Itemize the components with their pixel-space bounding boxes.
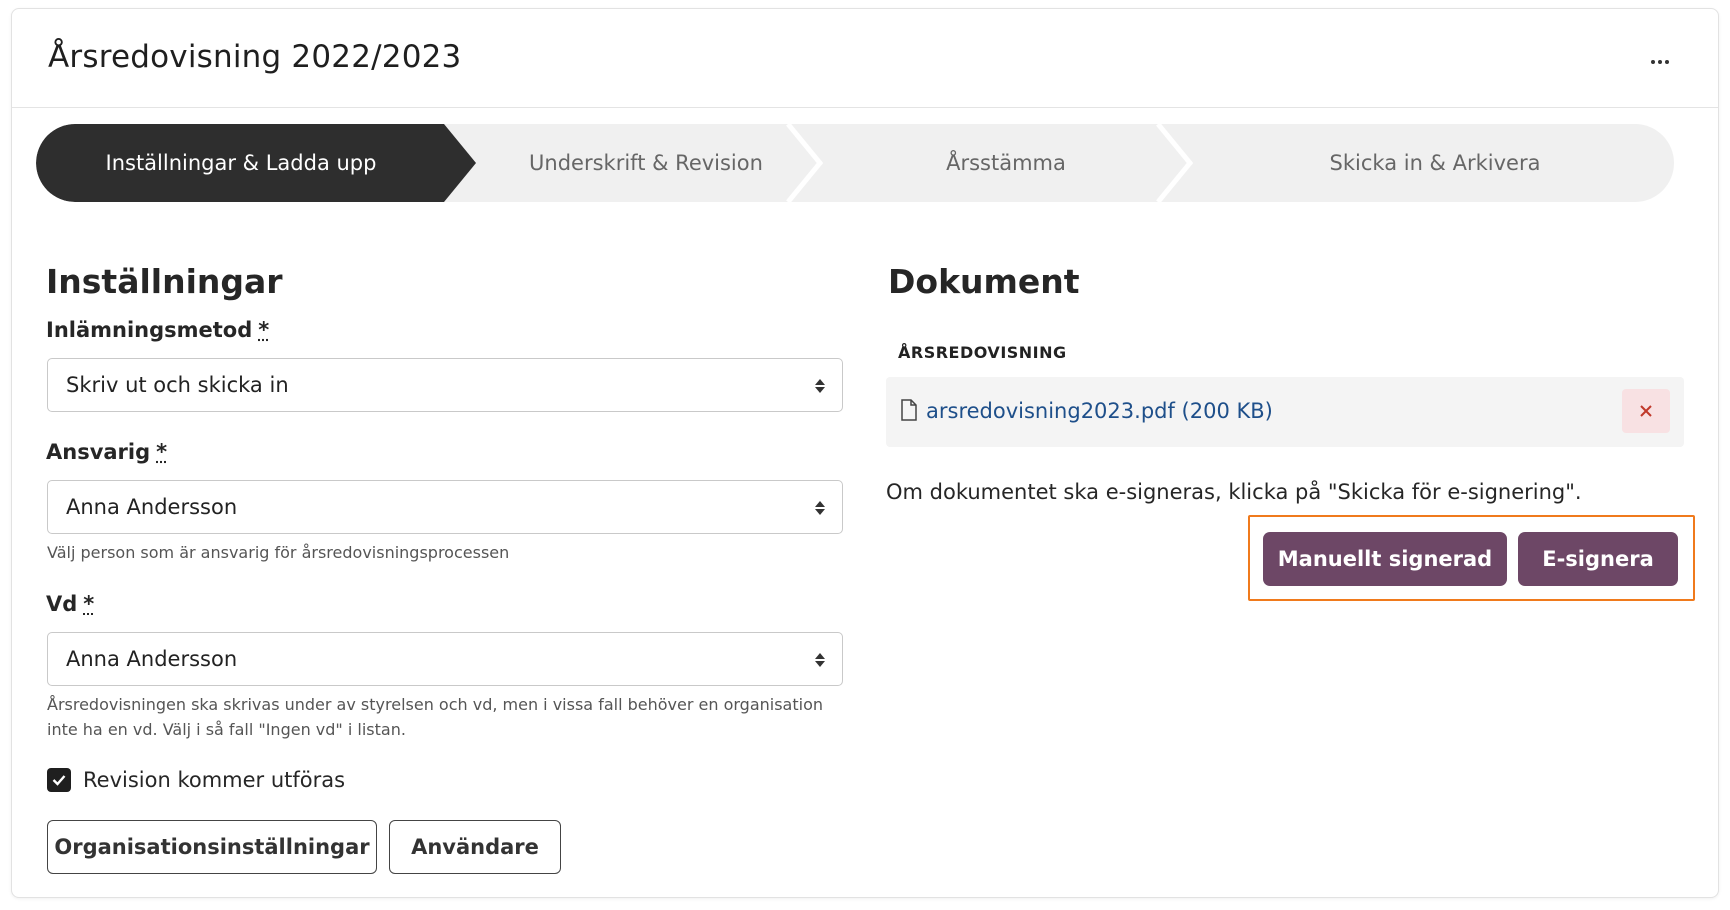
ceo-help: Årsredovisningen ska skrivas under av st… bbox=[47, 695, 823, 739]
manually-signed-button[interactable]: Manuellt signerad bbox=[1263, 532, 1507, 586]
step-submit-archive[interactable]: Skicka in & Arkivera bbox=[1196, 124, 1674, 202]
sort-arrows-icon bbox=[815, 379, 825, 393]
users-button[interactable]: Användare bbox=[389, 820, 561, 874]
progress-stepper: Inställningar & Ladda upp Underskrift & … bbox=[36, 124, 1674, 202]
submission-method-select[interactable]: Skriv ut och skicka in bbox=[47, 358, 843, 412]
document-row: arsredovisning2023.pdf (200 KB) bbox=[886, 377, 1684, 447]
ellipsis-icon bbox=[1651, 60, 1655, 64]
close-icon bbox=[1640, 405, 1652, 417]
ceo-select[interactable]: Anna Andersson bbox=[47, 632, 843, 686]
responsible-select[interactable]: Anna Andersson bbox=[47, 480, 843, 534]
more-options-button[interactable] bbox=[1640, 47, 1680, 77]
responsible-label: Ansvarig * bbox=[46, 440, 168, 464]
file-icon bbox=[901, 399, 917, 421]
settings-title: Inställningar bbox=[46, 262, 283, 301]
audit-checkbox[interactable] bbox=[47, 768, 71, 792]
sort-arrows-icon bbox=[815, 653, 825, 667]
step-signature-audit[interactable]: Underskrift & Revision bbox=[476, 124, 816, 202]
card-header: Årsredovisning 2022/2023 bbox=[12, 9, 1718, 108]
step-label: Inställningar & Ladda upp bbox=[105, 151, 377, 175]
step-label: Underskrift & Revision bbox=[529, 151, 763, 175]
step-label: Skicka in & Arkivera bbox=[1329, 151, 1541, 175]
step-settings-upload[interactable]: Inställningar & Ladda upp bbox=[36, 124, 476, 202]
step-label: Årsstämma bbox=[946, 151, 1066, 175]
responsible-help: Välj person som är ansvarig för årsredov… bbox=[47, 543, 510, 562]
documents-title: Dokument bbox=[888, 262, 1080, 301]
audit-checkbox-row: Revision kommer utföras bbox=[47, 768, 345, 792]
step-separator bbox=[1156, 124, 1194, 202]
checkmark-icon bbox=[52, 775, 66, 786]
esign-info-text: Om dokumentet ska e-signeras, klicka på … bbox=[886, 480, 1582, 504]
document-link[interactable]: arsredovisning2023.pdf (200 KB) bbox=[926, 399, 1273, 423]
remove-document-button[interactable] bbox=[1622, 389, 1670, 433]
esign-button[interactable]: E-signera bbox=[1518, 532, 1678, 586]
page-title: Årsredovisning 2022/2023 bbox=[48, 39, 462, 75]
annual-report-heading: ÅRSREDOVISNING bbox=[898, 343, 1067, 362]
ceo-label: Vd * bbox=[46, 592, 95, 616]
audit-checkbox-label: Revision kommer utföras bbox=[83, 768, 346, 792]
step-annual-meeting[interactable]: Årsstämma bbox=[816, 124, 1196, 202]
organization-settings-button[interactable]: Organisationsinställningar bbox=[47, 820, 377, 874]
submission-method-label: Inlämningsmetod * bbox=[46, 318, 270, 342]
sort-arrows-icon bbox=[815, 501, 825, 515]
